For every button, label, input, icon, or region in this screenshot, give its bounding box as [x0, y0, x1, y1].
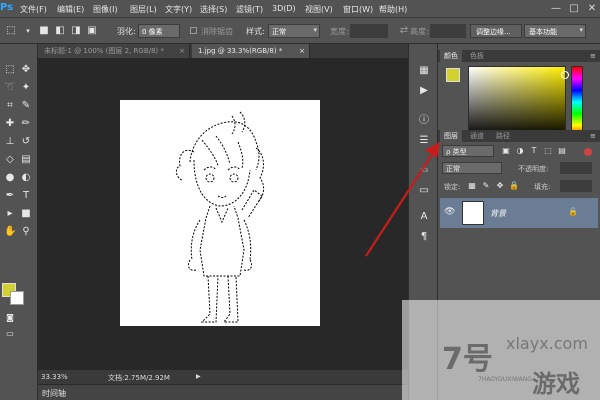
watermark-logo-text: 7号 [442, 342, 493, 377]
watermark-sub: 7HAOYOUXIWANG [478, 376, 532, 383]
watermark: 7号 xlayx.com 7HAOYOUXIWANG 游戏 [402, 300, 600, 400]
watermark-domain: xlayx.com [506, 334, 588, 353]
watermark-game-text: 游戏 [532, 370, 580, 398]
